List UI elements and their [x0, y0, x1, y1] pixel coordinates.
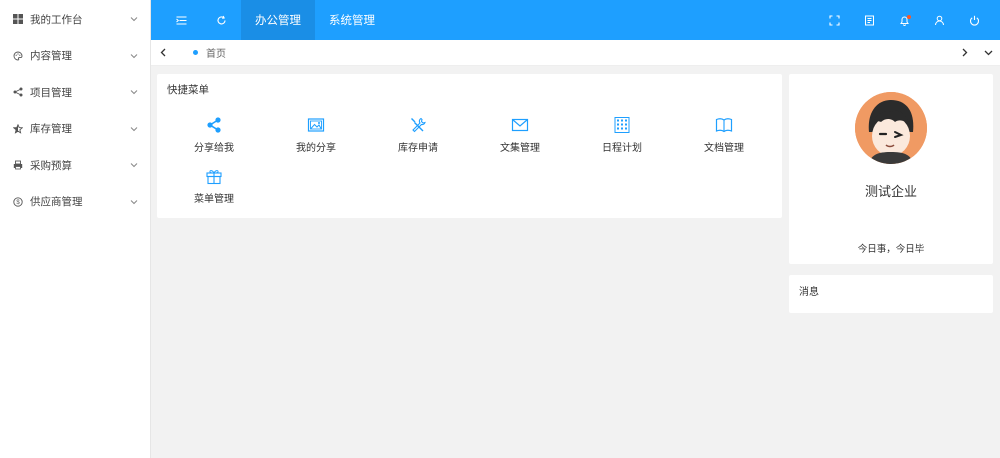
sidebar-item-content[interactable]: 内容管理	[0, 38, 150, 75]
windows-icon	[13, 14, 23, 25]
gift-icon	[205, 167, 223, 185]
quick-item-label: 文档管理	[704, 143, 744, 154]
fullscreen-icon[interactable]	[817, 0, 852, 40]
chevron-down-icon	[130, 15, 138, 23]
quick-menu-card: 快捷菜单 分享给我 我的分享 库存申请 文集管理 日程计划 文档管理 菜单管理	[157, 74, 782, 218]
mail-icon	[511, 116, 529, 134]
sidebar-item-purchase[interactable]: 采购预算	[0, 147, 150, 184]
quick-item-label: 我的分享	[296, 143, 336, 154]
chevron-down-icon	[130, 198, 138, 206]
top-navbar: 办公管理 系统管理	[151, 0, 1000, 40]
messages-card: 消息	[789, 275, 993, 313]
sidebar-item-supplier[interactable]: $ 供应商管理	[0, 184, 150, 221]
quick-item-document-manage[interactable]: 文档管理	[684, 116, 764, 154]
avatar[interactable]	[855, 92, 927, 164]
share-icon	[205, 116, 223, 134]
profile-motto: 今日事，今日毕	[857, 244, 925, 255]
quick-item-schedule[interactable]: 日程计划	[582, 116, 662, 154]
profile-card: 测试企业 今日事，今日毕	[789, 74, 993, 264]
sidebar-item-label: 我的工作台	[30, 13, 83, 26]
note-icon[interactable]	[852, 0, 887, 40]
share-nodes-icon	[13, 87, 23, 97]
quick-item-label: 文集管理	[500, 143, 540, 154]
sidebar-item-label: 库存管理	[30, 123, 72, 136]
quick-item-menu-manage[interactable]: 菜单管理	[174, 167, 254, 205]
quick-item-label: 库存申请	[398, 143, 438, 154]
quick-item-inventory-request[interactable]: 库存申请	[378, 116, 458, 154]
tab-scroll-right-button[interactable]	[952, 40, 976, 66]
bell-icon[interactable]	[887, 0, 922, 40]
active-dot-icon	[193, 50, 198, 55]
menu-toggle-icon[interactable]	[161, 0, 201, 40]
chevron-down-icon	[130, 52, 138, 60]
chevron-down-icon	[130, 161, 138, 169]
sidebar-item-label: 供应商管理	[30, 196, 83, 209]
palette-icon	[13, 51, 23, 61]
book-icon	[715, 116, 733, 134]
refresh-icon[interactable]	[201, 0, 241, 40]
quick-item-label: 分享给我	[194, 143, 234, 154]
tab-office[interactable]: 办公管理	[241, 0, 315, 40]
calendar-grid-icon	[613, 116, 631, 134]
sidebar-item-label: 采购预算	[30, 159, 72, 172]
quick-item-label: 菜单管理	[194, 194, 234, 205]
sidebar-item-project[interactable]: 项目管理	[0, 74, 150, 111]
quick-item-my-shares[interactable]: 我的分享	[276, 116, 356, 154]
dollar-circle-icon: $	[13, 197, 23, 207]
tab-home[interactable]: 首页	[193, 45, 226, 60]
image-icon	[307, 116, 325, 134]
company-name: 测试企业	[864, 185, 917, 200]
quick-item-collection-manage[interactable]: 文集管理	[480, 116, 560, 154]
sidebar-item-inventory[interactable]: 库存管理	[0, 111, 150, 148]
page-tabbar: 首页	[151, 40, 1000, 66]
sidebar-item-label: 项目管理	[30, 86, 72, 99]
tab-options-dropdown[interactable]	[976, 40, 1000, 66]
printer-icon	[13, 160, 23, 170]
star-half-icon	[13, 123, 23, 134]
tools-icon	[409, 116, 427, 134]
quick-item-label: 日程计划	[602, 143, 642, 154]
svg-text:$: $	[16, 200, 20, 206]
quick-menu-title: 快捷菜单	[167, 84, 209, 96]
tab-home-label: 首页	[206, 49, 226, 60]
tab-scroll-left-button[interactable]	[151, 40, 175, 66]
sidebar: 我的工作台 内容管理 项目管理 库存管理 采购预算 $ 供应商管理	[0, 0, 151, 458]
quick-item-shared-to-me[interactable]: 分享给我	[174, 116, 254, 154]
chevron-down-icon	[130, 88, 138, 96]
messages-title: 消息	[799, 287, 819, 298]
tab-system[interactable]: 系统管理	[315, 0, 389, 40]
user-icon[interactable]	[922, 0, 957, 40]
power-icon[interactable]	[957, 0, 992, 40]
notification-dot	[907, 15, 911, 19]
sidebar-item-label: 内容管理	[30, 50, 72, 63]
chevron-down-icon	[130, 125, 138, 133]
sidebar-item-workbench[interactable]: 我的工作台	[0, 1, 150, 38]
